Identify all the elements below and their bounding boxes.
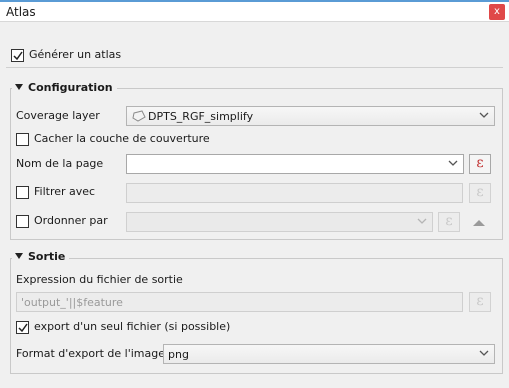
filter-expression-button[interactable]: ε: [469, 183, 491, 203]
configuration-header[interactable]: Configuration: [12, 81, 117, 94]
generate-atlas-label: Générer un atlas: [29, 48, 122, 61]
sort-by-combo[interactable]: [126, 212, 433, 232]
divider: [6, 67, 503, 68]
filename-expression-label: Expression du fichier de sortie: [16, 273, 183, 286]
sort-by-checkbox[interactable]: [16, 215, 29, 228]
close-button[interactable]: x: [489, 4, 505, 20]
filter-with-label: Filtrer avec: [34, 185, 96, 198]
page-name-label: Nom de la page: [16, 157, 104, 170]
filename-expression-button[interactable]: ε: [469, 292, 491, 312]
sort-ascending-icon: [473, 220, 485, 226]
checkmark-icon: [13, 51, 23, 61]
sort-direction-button[interactable]: [465, 212, 493, 232]
configuration-title: Configuration: [28, 81, 113, 94]
filter-with-checkbox[interactable]: [16, 186, 29, 199]
chevron-down-icon: [417, 218, 427, 224]
image-format-label: Format d'export de l'image: [16, 347, 165, 360]
chevron-down-icon: [479, 350, 489, 356]
filename-expression-field[interactable]: 'output_'||$feature: [16, 292, 463, 312]
single-file-checkbox[interactable]: [16, 321, 29, 334]
coverage-layer-value: DPTS_RGF_simplify: [148, 110, 254, 123]
sort-by-label: Ordonner par: [34, 214, 108, 227]
chevron-down-icon: [448, 160, 458, 166]
filter-with-field[interactable]: [126, 183, 463, 203]
filename-expression-value: 'output_'||$feature: [21, 296, 123, 309]
generate-atlas-checkbox[interactable]: [11, 49, 24, 62]
coverage-layer-label: Coverage layer: [16, 109, 100, 122]
hide-coverage-checkbox[interactable]: [16, 133, 29, 146]
polygon-layer-icon: [132, 110, 146, 122]
hide-coverage-label: Cacher la couche de couverture: [34, 132, 210, 145]
collapse-triangle-icon: [15, 84, 23, 90]
chevron-down-icon: [479, 112, 489, 118]
output-title: Sortie: [28, 250, 66, 263]
page-name-combo[interactable]: [126, 154, 464, 174]
collapse-triangle-icon: [15, 253, 23, 259]
image-format-value: png: [168, 348, 189, 361]
sort-expression-button[interactable]: ε: [438, 212, 460, 232]
coverage-layer-combo[interactable]: DPTS_RGF_simplify: [126, 106, 495, 126]
window-title: Atlas: [6, 5, 36, 19]
image-format-combo[interactable]: png: [163, 344, 495, 364]
checkmark-icon: [18, 323, 28, 333]
single-file-label: export d'un seul fichier (si possible): [34, 320, 231, 333]
page-name-expression-button[interactable]: ε: [469, 154, 491, 174]
dock-title-bar: Atlas x: [0, 0, 509, 22]
output-header[interactable]: Sortie: [12, 250, 70, 263]
